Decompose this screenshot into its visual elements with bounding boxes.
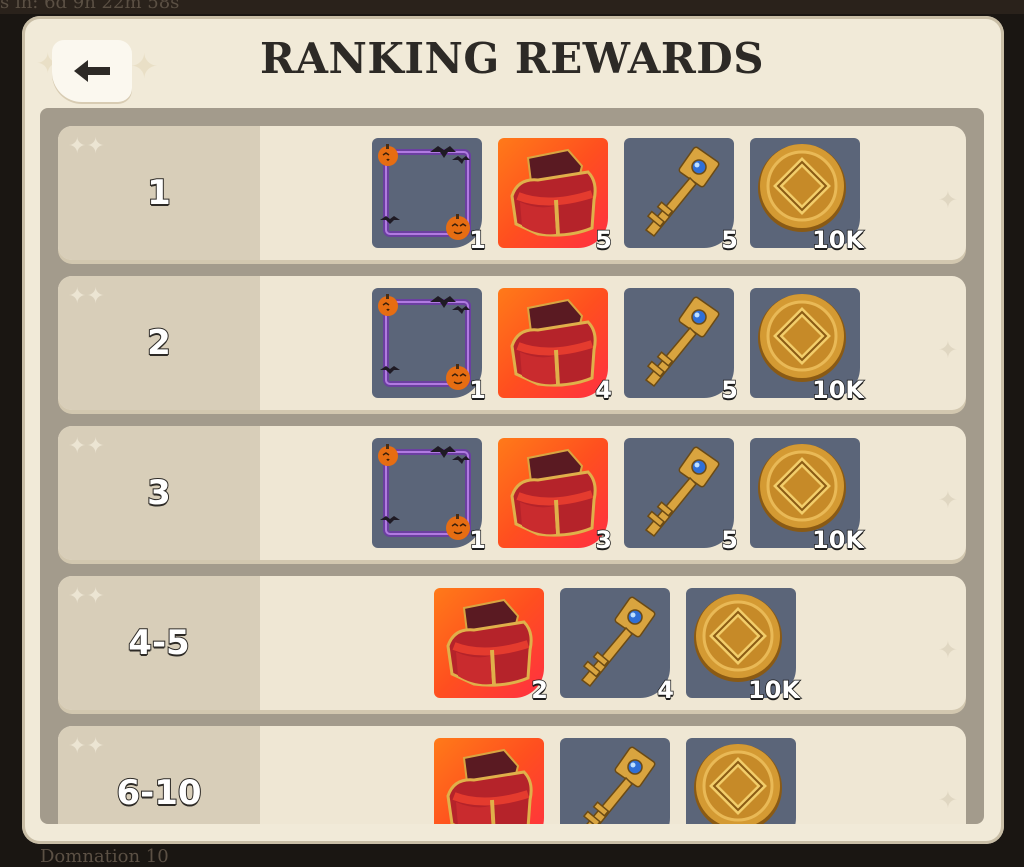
halloween-frame-reward-item[interactable]: 1 bbox=[372, 138, 487, 255]
reward-row: ✦✦ 4-5 ✦ 2 4 10K bbox=[58, 576, 966, 710]
reward-items: 2 4 10K bbox=[434, 588, 801, 705]
sparkle-icon: ✦✦ bbox=[68, 284, 105, 309]
page-title: RANKING REWARDS bbox=[259, 34, 765, 83]
reward-row: ✦✦ 1 ✦ 1 5 5 10K bbox=[58, 126, 966, 260]
sparkle-icon: ✦✦ bbox=[68, 434, 105, 459]
gold-coin-reward-item[interactable]: 10K bbox=[686, 588, 801, 705]
item-quantity: 4 bbox=[595, 375, 613, 405]
reward-items bbox=[434, 738, 796, 824]
background-footer-text: Domnation 10 bbox=[40, 846, 169, 867]
sparkle-icon: ✦ bbox=[937, 486, 958, 514]
golden-key-icon bbox=[624, 288, 734, 398]
sparkle-icon: ✦ bbox=[937, 636, 958, 664]
item-quantity: 1 bbox=[469, 225, 487, 255]
rank-cell: ✦✦ 6-10 bbox=[58, 726, 260, 824]
golden-key-reward-item[interactable] bbox=[560, 738, 670, 824]
sparkle-icon: ✦✦ bbox=[68, 734, 105, 759]
sparkle-icon: ✦ bbox=[937, 336, 958, 364]
gold-coin-reward-item[interactable]: 10K bbox=[750, 288, 865, 405]
gold-coin-reward-item[interactable]: 10K bbox=[750, 138, 865, 255]
reward-items: 1 5 5 10K bbox=[372, 138, 865, 255]
rank-label: 6-10 bbox=[115, 772, 202, 814]
reward-row: ✦✦ 3 ✦ 1 3 5 10K bbox=[58, 426, 966, 560]
reward-row: ✦✦ 6-10 ✦ bbox=[58, 726, 966, 824]
red-chest-reward-item[interactable]: 5 bbox=[498, 138, 613, 255]
halloween-frame-reward-item[interactable]: 1 bbox=[372, 288, 487, 405]
golden-key-icon bbox=[560, 588, 670, 698]
item-quantity: 5 bbox=[721, 375, 739, 405]
item-quantity: 5 bbox=[595, 225, 613, 255]
red-chest-icon bbox=[434, 738, 544, 824]
gold-coin-icon bbox=[686, 738, 796, 824]
rank-cell: ✦✦ 1 bbox=[58, 126, 260, 260]
item-quantity: 10K bbox=[811, 225, 865, 255]
item-quantity: 10K bbox=[811, 375, 865, 405]
red-chest-icon bbox=[434, 588, 544, 698]
golden-key-icon bbox=[560, 738, 670, 824]
golden-key-reward-item[interactable]: 5 bbox=[624, 288, 739, 405]
red-chest-reward-item[interactable]: 2 bbox=[434, 588, 549, 705]
golden-key-icon bbox=[624, 138, 734, 248]
halloween-frame-icon bbox=[372, 138, 482, 248]
rewards-list[interactable]: ✦✦ 1 ✦ 1 5 5 10K ✦✦ 2 ✦ 1 4 5 10K ✦✦ 3 ✦ 1 3 5 10K ✦✦ 4-5 ✦ 2 4 10… bbox=[40, 108, 984, 824]
red-chest-reward-item[interactable]: 3 bbox=[498, 438, 613, 555]
red-chest-reward-item[interactable]: 4 bbox=[498, 288, 613, 405]
sparkle-icon: ✦ bbox=[937, 186, 958, 214]
rank-cell: ✦✦ 4-5 bbox=[58, 576, 260, 710]
reward-items: 1 3 5 10K bbox=[372, 438, 865, 555]
rank-cell: ✦✦ 2 bbox=[58, 276, 260, 410]
item-quantity: 2 bbox=[531, 675, 549, 705]
item-quantity: 5 bbox=[721, 225, 739, 255]
red-chest-icon bbox=[498, 438, 608, 548]
gold-coin-reward-item[interactable]: 10K bbox=[750, 438, 865, 555]
item-quantity: 10K bbox=[747, 675, 801, 705]
item-quantity: 1 bbox=[469, 525, 487, 555]
gold-coin-reward-item[interactable] bbox=[686, 738, 796, 824]
item-quantity: 10K bbox=[811, 525, 865, 555]
item-quantity: 5 bbox=[721, 525, 739, 555]
golden-key-icon bbox=[624, 438, 734, 548]
red-chest-icon bbox=[498, 138, 608, 248]
reward-row: ✦✦ 2 ✦ 1 4 5 10K bbox=[58, 276, 966, 410]
rank-label: 1 bbox=[146, 172, 172, 214]
item-quantity: 3 bbox=[595, 525, 613, 555]
rank-cell: ✦✦ 3 bbox=[58, 426, 260, 560]
item-quantity: 4 bbox=[657, 675, 675, 705]
halloween-frame-icon bbox=[372, 438, 482, 548]
sparkle-icon: ✦✦ bbox=[68, 134, 105, 159]
background-timer-text: s in: 6d 9h 22m 58s bbox=[0, 0, 180, 13]
rank-label: 3 bbox=[146, 472, 172, 514]
golden-key-reward-item[interactable]: 5 bbox=[624, 138, 739, 255]
red-chest-reward-item[interactable] bbox=[434, 738, 544, 824]
golden-key-reward-item[interactable]: 5 bbox=[624, 438, 739, 555]
rank-label: 4-5 bbox=[127, 622, 190, 664]
red-chest-icon bbox=[498, 288, 608, 398]
sparkle-icon: ✦✦ bbox=[68, 584, 105, 609]
halloween-frame-reward-item[interactable]: 1 bbox=[372, 438, 487, 555]
sparkle-icon: ✦ bbox=[937, 786, 958, 814]
reward-items: 1 4 5 10K bbox=[372, 288, 865, 405]
item-quantity: 1 bbox=[469, 375, 487, 405]
rank-label: 2 bbox=[146, 322, 172, 364]
halloween-frame-icon bbox=[372, 288, 482, 398]
golden-key-reward-item[interactable]: 4 bbox=[560, 588, 675, 705]
